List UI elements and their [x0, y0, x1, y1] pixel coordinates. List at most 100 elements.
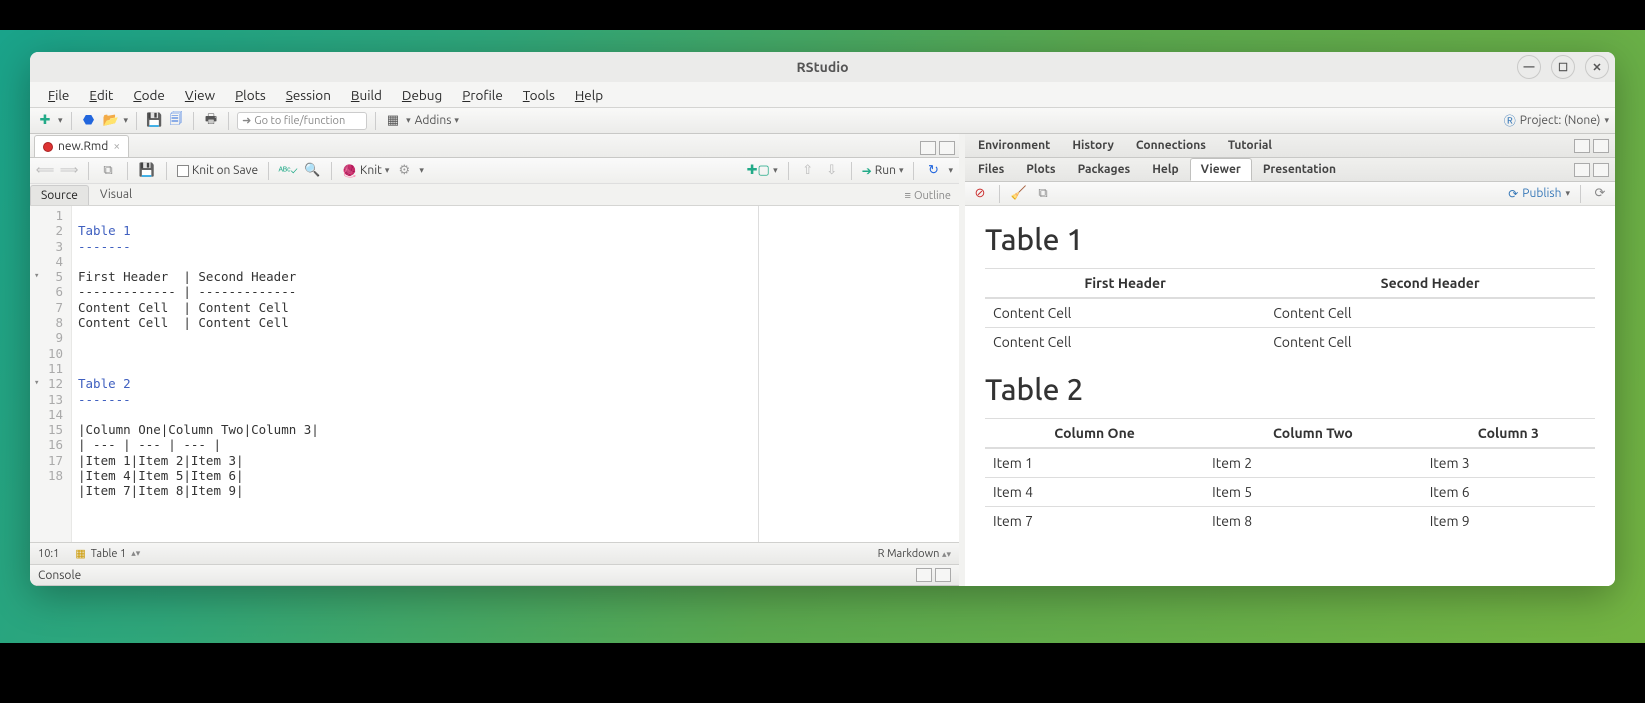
menu-session[interactable]: Session: [278, 85, 339, 105]
tab-connections[interactable]: Connections: [1125, 134, 1217, 157]
tr-max-icon[interactable]: [1593, 139, 1609, 153]
knit-on-save-toggle[interactable]: Knit on Save: [177, 164, 258, 177]
checkbox-icon[interactable]: [177, 165, 189, 177]
menu-file[interactable]: File: [40, 85, 77, 105]
publish-icon[interactable]: ↻: [924, 162, 942, 180]
close-button[interactable]: ✕: [1585, 55, 1609, 79]
pane-max-icon[interactable]: [939, 141, 955, 155]
run-button[interactable]: ➔ Run ▾: [862, 164, 904, 178]
menu-edit[interactable]: Edit: [81, 85, 121, 105]
minimize-button[interactable]: —: [1517, 55, 1541, 79]
table-row: Content CellContent Cell: [985, 298, 1595, 328]
pane-min-icon[interactable]: [920, 141, 936, 155]
table-header: First Header: [985, 269, 1265, 299]
table-row: Item 4Item 5Item 6: [985, 478, 1595, 507]
br-max-icon[interactable]: [1593, 163, 1609, 177]
editor-statusbar: 10:1 ▦ Table 1 ▴▾ R Markdown ▴▾: [30, 542, 959, 564]
menu-build[interactable]: Build: [343, 85, 390, 105]
tab-viewer[interactable]: Viewer: [1190, 158, 1252, 181]
file-tab-label: new.Rmd: [58, 140, 108, 153]
forward-icon[interactable]: ⟹: [60, 162, 78, 180]
code-editor[interactable]: 1234▾567891011▾12131415161718 Table 1 --…: [30, 206, 959, 542]
main-toolbar: ✚▾ ⬣ 📂▾ 💾 🗐 🖶 ➜Go to file/function ▦▾ Ad…: [30, 108, 1615, 134]
menubar: File Edit Code View Plots Session Build …: [30, 82, 1615, 108]
menu-view[interactable]: View: [177, 85, 223, 105]
tab-visual[interactable]: Visual: [89, 184, 143, 205]
file-mode[interactable]: R Markdown ▴▾: [878, 548, 951, 560]
workspace-panes-icon[interactable]: ▦: [384, 112, 402, 130]
tab-presentation[interactable]: Presentation: [1252, 158, 1347, 181]
show-in-new-window-icon[interactable]: ⧉: [99, 162, 117, 180]
menu-profile[interactable]: Profile: [454, 85, 511, 105]
tab-packages[interactable]: Packages: [1067, 158, 1142, 181]
refresh-viewer-icon[interactable]: ⟳: [1591, 185, 1609, 203]
console-tab[interactable]: Console: [30, 564, 959, 586]
go-prev-icon[interactable]: ⇧: [799, 162, 817, 180]
tab-files[interactable]: Files: [967, 158, 1015, 181]
menu-help[interactable]: Help: [567, 85, 611, 105]
close-tab-icon[interactable]: ×: [113, 140, 120, 153]
main-area: new.Rmd × ⟸ ⟹ ⧉ 💾: [30, 134, 1615, 586]
addins-button[interactable]: Addins ▾: [415, 114, 459, 127]
menu-plots[interactable]: Plots: [227, 85, 274, 105]
save-icon[interactable]: 💾: [145, 112, 163, 130]
file-tab-new-rmd[interactable]: new.Rmd ×: [34, 135, 129, 157]
console-max-icon[interactable]: [935, 568, 951, 582]
maximize-button[interactable]: ☐: [1551, 55, 1575, 79]
spellcheck-icon[interactable]: ᴬᴮᶜ✓: [279, 162, 297, 180]
viewer-toolbar: ⊘ 🧹 ⧉ ⟳ Publish ▾ ⟳: [965, 182, 1615, 206]
goto-file-input[interactable]: ➜Go to file/function: [237, 112, 367, 130]
open-file-icon[interactable]: 📂: [102, 112, 120, 130]
tab-history[interactable]: History: [1061, 134, 1125, 157]
new-file-icon[interactable]: ✚: [36, 112, 54, 130]
br-min-icon[interactable]: [1574, 163, 1590, 177]
back-icon[interactable]: ⟸: [36, 162, 54, 180]
tab-environment[interactable]: Environment: [967, 134, 1061, 157]
print-icon[interactable]: 🖶: [202, 112, 220, 130]
table-row: Item 1Item 2Item 3: [985, 448, 1595, 478]
clear-viewer-icon[interactable]: 🧹: [1010, 185, 1028, 203]
outline-toggle[interactable]: ≡ Outline: [905, 190, 951, 205]
publish-button[interactable]: ⟳ Publish ▾: [1508, 187, 1570, 201]
section-nav[interactable]: Table 1: [91, 548, 126, 560]
table-header: Column One: [985, 419, 1204, 449]
knit-button[interactable]: 🧶 Knit ▾: [342, 164, 389, 178]
rstudio-window: RStudio — ☐ ✕ File Edit Code View Plots …: [30, 52, 1615, 586]
source-panel: new.Rmd × ⟸ ⟹ ⧉ 💾: [30, 134, 965, 586]
table-header: Column Two: [1204, 419, 1422, 449]
tab-source[interactable]: Source: [30, 185, 89, 205]
save-all-icon[interactable]: 🗐: [167, 112, 185, 130]
popout-icon[interactable]: ⧉: [1034, 185, 1052, 203]
tab-help[interactable]: Help: [1141, 158, 1189, 181]
menu-debug[interactable]: Debug: [394, 85, 450, 105]
titlebar: RStudio — ☐ ✕: [30, 52, 1615, 82]
save-doc-icon[interactable]: 💾: [138, 162, 156, 180]
viewer-content: Table 1 First Header Second Header Conte…: [965, 206, 1615, 586]
find-replace-icon[interactable]: 🔍: [303, 162, 321, 180]
project-menu[interactable]: Ⓡ Project: (None) ▾: [1504, 112, 1609, 129]
tr-min-icon[interactable]: [1574, 139, 1590, 153]
console-min-icon[interactable]: [916, 568, 932, 582]
table-header: Second Header: [1265, 269, 1595, 299]
new-project-icon[interactable]: ⬣: [80, 112, 98, 130]
go-next-icon[interactable]: ⇩: [823, 162, 841, 180]
viewer-table2: Column One Column Two Column 3 Item 1Ite…: [985, 418, 1595, 535]
table-row: Content CellContent Cell: [985, 328, 1595, 357]
insert-chunk-icon[interactable]: ✚▢: [749, 162, 767, 180]
window-title: RStudio: [796, 59, 848, 75]
rmd-icon: [43, 142, 53, 152]
bottom-right-tabs: Files Plots Packages Help Viewer Present…: [965, 158, 1615, 182]
desktop: RStudio — ☐ ✕ File Edit Code View Plots …: [0, 0, 1645, 703]
source-visual-tabs: Source Visual ≡ Outline: [30, 184, 959, 206]
settings-icon[interactable]: ⚙: [395, 162, 413, 180]
viewer-table1: First Header Second Header Content CellC…: [985, 268, 1595, 356]
viewer-h1-table1: Table 1: [985, 222, 1595, 256]
remove-viewer-icon[interactable]: ⊘: [971, 185, 989, 203]
top-right-tabs: Environment History Connections Tutorial: [965, 134, 1615, 158]
cursor-pos: 10:1: [38, 548, 59, 560]
tab-tutorial[interactable]: Tutorial: [1217, 134, 1283, 157]
menu-code[interactable]: Code: [125, 85, 173, 105]
code-content[interactable]: Table 1 ------- First Header | Second He…: [72, 206, 758, 542]
menu-tools[interactable]: Tools: [515, 85, 563, 105]
tab-plots[interactable]: Plots: [1015, 158, 1066, 181]
